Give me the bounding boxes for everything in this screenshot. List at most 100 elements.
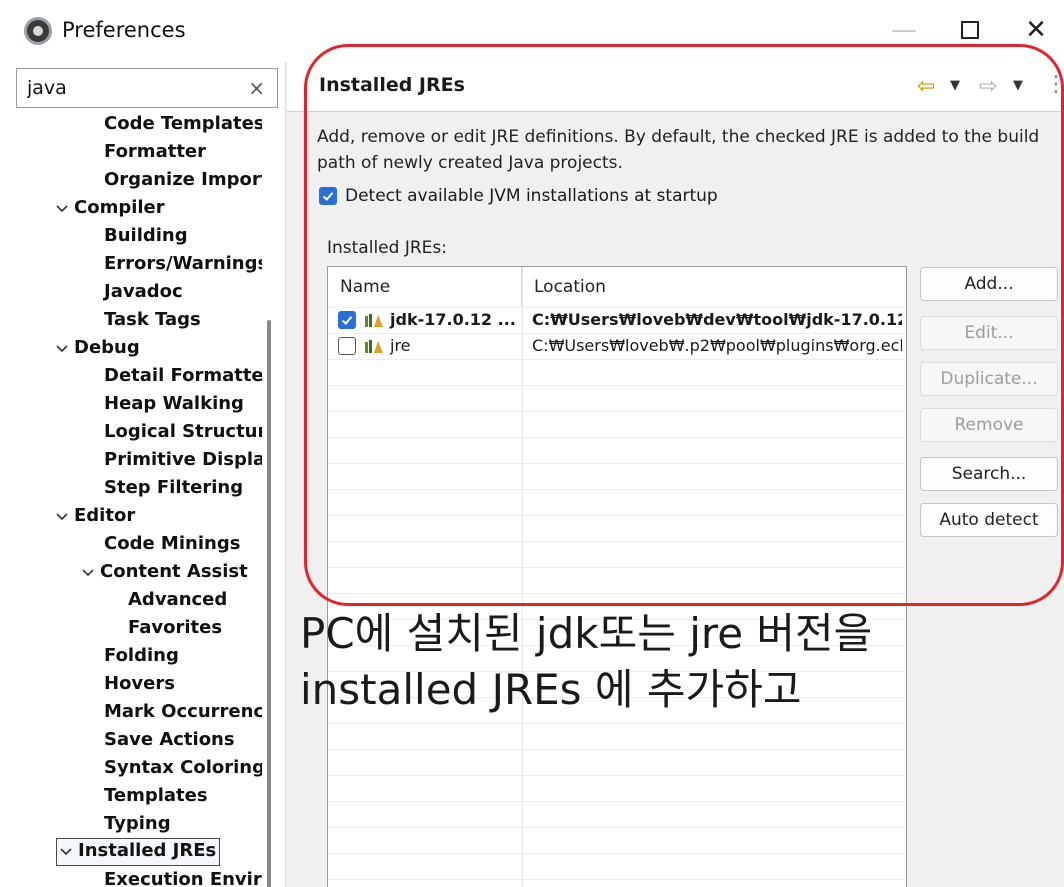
tree-item[interactable]: Favorites xyxy=(128,614,222,642)
tree-item[interactable]: Content Assist xyxy=(82,558,248,586)
tree-item-label: Execution Environments xyxy=(104,869,262,887)
tree-item-label: Advanced xyxy=(128,589,228,610)
jre-location: C:₩Users₩loveb₩.p2₩pool₩plugins₩org.ecli… xyxy=(532,336,902,355)
grid-line xyxy=(328,749,906,750)
tree-item[interactable]: Folding xyxy=(104,642,179,670)
annotation-text: PC에 설치된 jdk또는 jre 버전을 installed JREs 에 추… xyxy=(300,606,872,718)
table-row[interactable]: jre C:₩Users₩loveb₩.p2₩pool₩plugins₩org.e… xyxy=(328,333,906,359)
grid-line xyxy=(328,437,906,438)
tree-item[interactable]: Heap Walking xyxy=(104,390,244,418)
tree-item[interactable]: Errors/Warnings xyxy=(104,250,262,278)
tree-item[interactable]: Logical Structures xyxy=(104,418,262,446)
grid-line xyxy=(328,541,906,542)
forward-dropdown-icon[interactable]: ▼ xyxy=(1013,78,1023,93)
back-arrow-icon[interactable]: ⇦ xyxy=(917,74,935,99)
detect-jvm-row[interactable]: Detect available JVM installations at st… xyxy=(319,186,718,206)
tree-item-label: Detail Formatters xyxy=(104,365,262,386)
page-description: Add, remove or edit JRE definitions. By … xyxy=(317,127,1040,173)
column-header-location[interactable]: Location xyxy=(522,267,906,307)
grid-line xyxy=(328,853,906,854)
tree-item[interactable]: Formatter xyxy=(104,138,206,166)
filter-box: × xyxy=(16,68,278,108)
tree-item[interactable]: Primitive Display xyxy=(104,446,262,474)
table-row[interactable]: jdk-17.0.12 ... C:₩Users₩loveb₩dev₩tool₩j… xyxy=(328,307,906,333)
tree-item[interactable]: Code Templates xyxy=(104,110,262,138)
tree-item-label: Compiler xyxy=(74,197,165,218)
minimize-button[interactable]: — xyxy=(876,10,932,50)
tree-item[interactable]: Code Minings xyxy=(104,530,240,558)
tree-item-label: Installed JREs xyxy=(78,840,217,861)
tree-item[interactable]: Step Filtering xyxy=(104,474,243,502)
tree-item-label: Folding xyxy=(104,645,179,666)
search-button[interactable]: Search... xyxy=(920,457,1058,491)
tree-item[interactable]: Typing xyxy=(104,810,171,838)
auto-detect-button[interactable]: Auto detect xyxy=(920,503,1058,537)
column-header-name[interactable]: Name xyxy=(328,267,522,307)
installed-jres-label: Installed JREs: xyxy=(327,238,447,258)
jre-location: C:₩Users₩loveb₩dev₩tool₩jdk-17.0.12 xyxy=(532,310,902,329)
maximize-icon xyxy=(961,21,979,39)
menu-kebab-icon[interactable]: ⋮ xyxy=(1045,72,1064,97)
tree-item[interactable]: Task Tags xyxy=(104,306,201,334)
close-button[interactable]: ✕ xyxy=(1008,10,1064,50)
chevron-down-icon[interactable] xyxy=(56,334,74,362)
installed-jres-table[interactable]: Name Location jdk-17.0.12 ... C:₩Users₩lo… xyxy=(327,266,907,887)
check-icon xyxy=(322,192,334,201)
jre-name-cell: jre xyxy=(338,336,411,355)
tree-item-label: Debug xyxy=(74,337,140,358)
back-dropdown-icon[interactable]: ▼ xyxy=(950,78,960,93)
preference-tree-panel: × Code Templates Formatter Organize Import… xyxy=(0,62,286,887)
filter-input[interactable] xyxy=(27,77,237,99)
clear-filter-icon[interactable]: × xyxy=(248,76,265,100)
tree-item[interactable]: Detail Formatters xyxy=(104,362,262,390)
tree-item[interactable]: Debug xyxy=(56,334,140,362)
title-bar: Preferences — ✕ xyxy=(0,0,1064,62)
tree-item[interactable]: Building xyxy=(104,222,188,250)
chevron-down-icon[interactable] xyxy=(56,502,74,530)
tree-item[interactable]: Organize Imports xyxy=(104,166,262,194)
tree-item[interactable]: Templates xyxy=(104,782,208,810)
tree-item[interactable]: Editor xyxy=(56,502,135,530)
tree-item[interactable]: Hovers xyxy=(104,670,175,698)
grid-line xyxy=(328,515,906,516)
duplicate-button[interactable]: Duplicate... xyxy=(920,362,1058,396)
jre-name-cell: jdk-17.0.12 ... xyxy=(338,310,516,329)
tree-item-label: Javadoc xyxy=(104,281,183,302)
chevron-down-icon[interactable] xyxy=(82,558,100,586)
preference-page: Installed JREs ⇦ ▼ ⇨ ▼ ⋮ Add, remove or … xyxy=(287,62,1064,887)
tree-item[interactable]: Syntax Coloring xyxy=(104,754,262,782)
jre-checkbox[interactable] xyxy=(338,337,356,355)
tree-item[interactable]: Installed JREs xyxy=(56,838,221,866)
chevron-down-icon[interactable] xyxy=(60,839,78,863)
preference-tree: Code Templates Formatter Organize Imports C… xyxy=(0,110,262,887)
edit-button[interactable]: Edit... xyxy=(920,316,1058,350)
tree-item-label: Errors/Warnings xyxy=(104,253,262,274)
tree-item-label: Editor xyxy=(74,505,136,526)
tree-item[interactable]: Compiler xyxy=(56,194,165,222)
annotation-line-1: PC에 설치된 jdk또는 jre 버전을 xyxy=(300,609,873,658)
grid-line xyxy=(328,463,906,464)
tree-item[interactable]: Mark Occurrences xyxy=(104,698,262,726)
remove-button[interactable]: Remove xyxy=(920,408,1058,442)
tree-item[interactable]: Execution Environments xyxy=(104,866,262,887)
grid-line xyxy=(328,593,906,594)
tree-item-label: Content Assist xyxy=(100,561,248,582)
chevron-down-icon[interactable] xyxy=(56,194,74,222)
add-button[interactable]: Add... xyxy=(920,267,1058,301)
tree-item-label: Typing xyxy=(104,813,171,834)
tree-item-label: Syntax Coloring xyxy=(104,757,262,778)
grid-line xyxy=(328,801,906,802)
jre-checkbox[interactable] xyxy=(338,311,356,329)
tree-item[interactable]: Save Actions xyxy=(104,726,235,754)
tree-item-label: Save Actions xyxy=(104,729,235,750)
detect-jvm-checkbox[interactable] xyxy=(319,187,337,205)
forward-arrow-icon[interactable]: ⇨ xyxy=(979,74,997,99)
check-icon xyxy=(341,316,353,325)
tree-item[interactable]: Javadoc xyxy=(104,278,183,306)
grid-line xyxy=(328,359,906,360)
grid-line xyxy=(328,723,906,724)
tree-item[interactable]: Advanced xyxy=(128,586,227,614)
maximize-button[interactable] xyxy=(942,10,998,50)
tree-scrollbar[interactable] xyxy=(267,320,271,887)
grid-line xyxy=(328,827,906,828)
